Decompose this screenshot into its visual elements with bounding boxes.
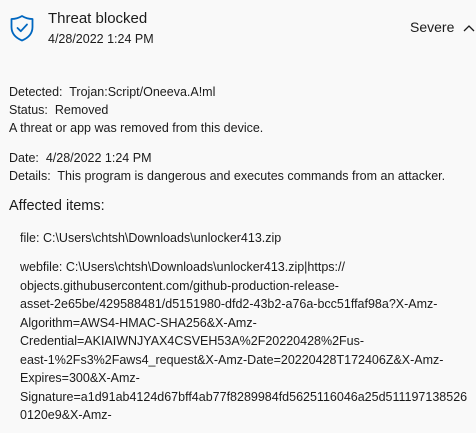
details-row: Details: This program is dangerous and e… — [9, 167, 445, 185]
affected-file: file: C:\Users\chtsh\Downloads\unlocker4… — [20, 229, 281, 248]
webfile-line: Signature=a1d91ab4124d67bff4ab77f8289984… — [20, 389, 468, 404]
details-value: This program is dangerous and executes c… — [57, 169, 446, 183]
webfile-line: Algorithm=AWS4-HMAC-SHA256&X-Amz- — [20, 315, 257, 330]
webfile-line: objects.githubusercontent.com/github-pro… — [20, 278, 339, 293]
date-row: Date: 4/28/2022 1:24 PM — [9, 149, 151, 167]
chevron-up-icon[interactable] — [462, 22, 476, 36]
webfile-label: webfile: — [20, 260, 63, 274]
status-message: A threat or app was removed from this de… — [9, 121, 264, 135]
shield-icon — [10, 15, 34, 42]
affected-items-heading: Affected items: — [9, 198, 105, 214]
file-label: file: — [20, 231, 40, 245]
webfile-line: C:\Users\chtsh\Downloads\unlocker413.zip… — [65, 260, 345, 274]
severity-label: Severe — [410, 19, 455, 35]
status-label: Status: — [9, 103, 48, 117]
notification-title: Threat blocked — [48, 10, 148, 27]
detected-row: Detected: Trojan:Script/Oneeva.A!ml — [9, 83, 215, 101]
notification-header[interactable]: Threat blocked 4/28/2022 1:24 PM Severe — [0, 0, 476, 56]
date-label: Date: — [9, 151, 39, 165]
webfile-line: asset-2e65be/429588481/d5151980-dfd2-43b… — [20, 297, 438, 311]
webfile-line: Credential=AKIAIWNJYAX4CSVEH53A%2F202204… — [20, 334, 365, 348]
file-value: C:\Users\chtsh\Downloads\unlocker413.zip — [42, 231, 282, 245]
date-value: 4/28/2022 1:24 PM — [45, 151, 152, 165]
detected-label: Detected: — [9, 85, 63, 99]
details-label: Details: — [9, 169, 51, 183]
webfile-line: east-1%2Fs3%2Faws4_request&X-Amz-Date=20… — [20, 352, 444, 367]
status-row: Status: Removed — [9, 101, 108, 119]
affected-webfile: webfile: C:\Users\chtsh\Downloads\unlock… — [20, 258, 475, 425]
webfile-line: 0120e9&X-Amz- — [20, 408, 112, 422]
notification-datetime: 4/28/2022 1:24 PM — [48, 32, 154, 46]
detected-value: Trojan:Script/Oneeva.A!ml — [69, 85, 216, 99]
status-value: Removed — [54, 103, 109, 117]
webfile-line: Expires=300&X-Amz- — [20, 371, 140, 385]
